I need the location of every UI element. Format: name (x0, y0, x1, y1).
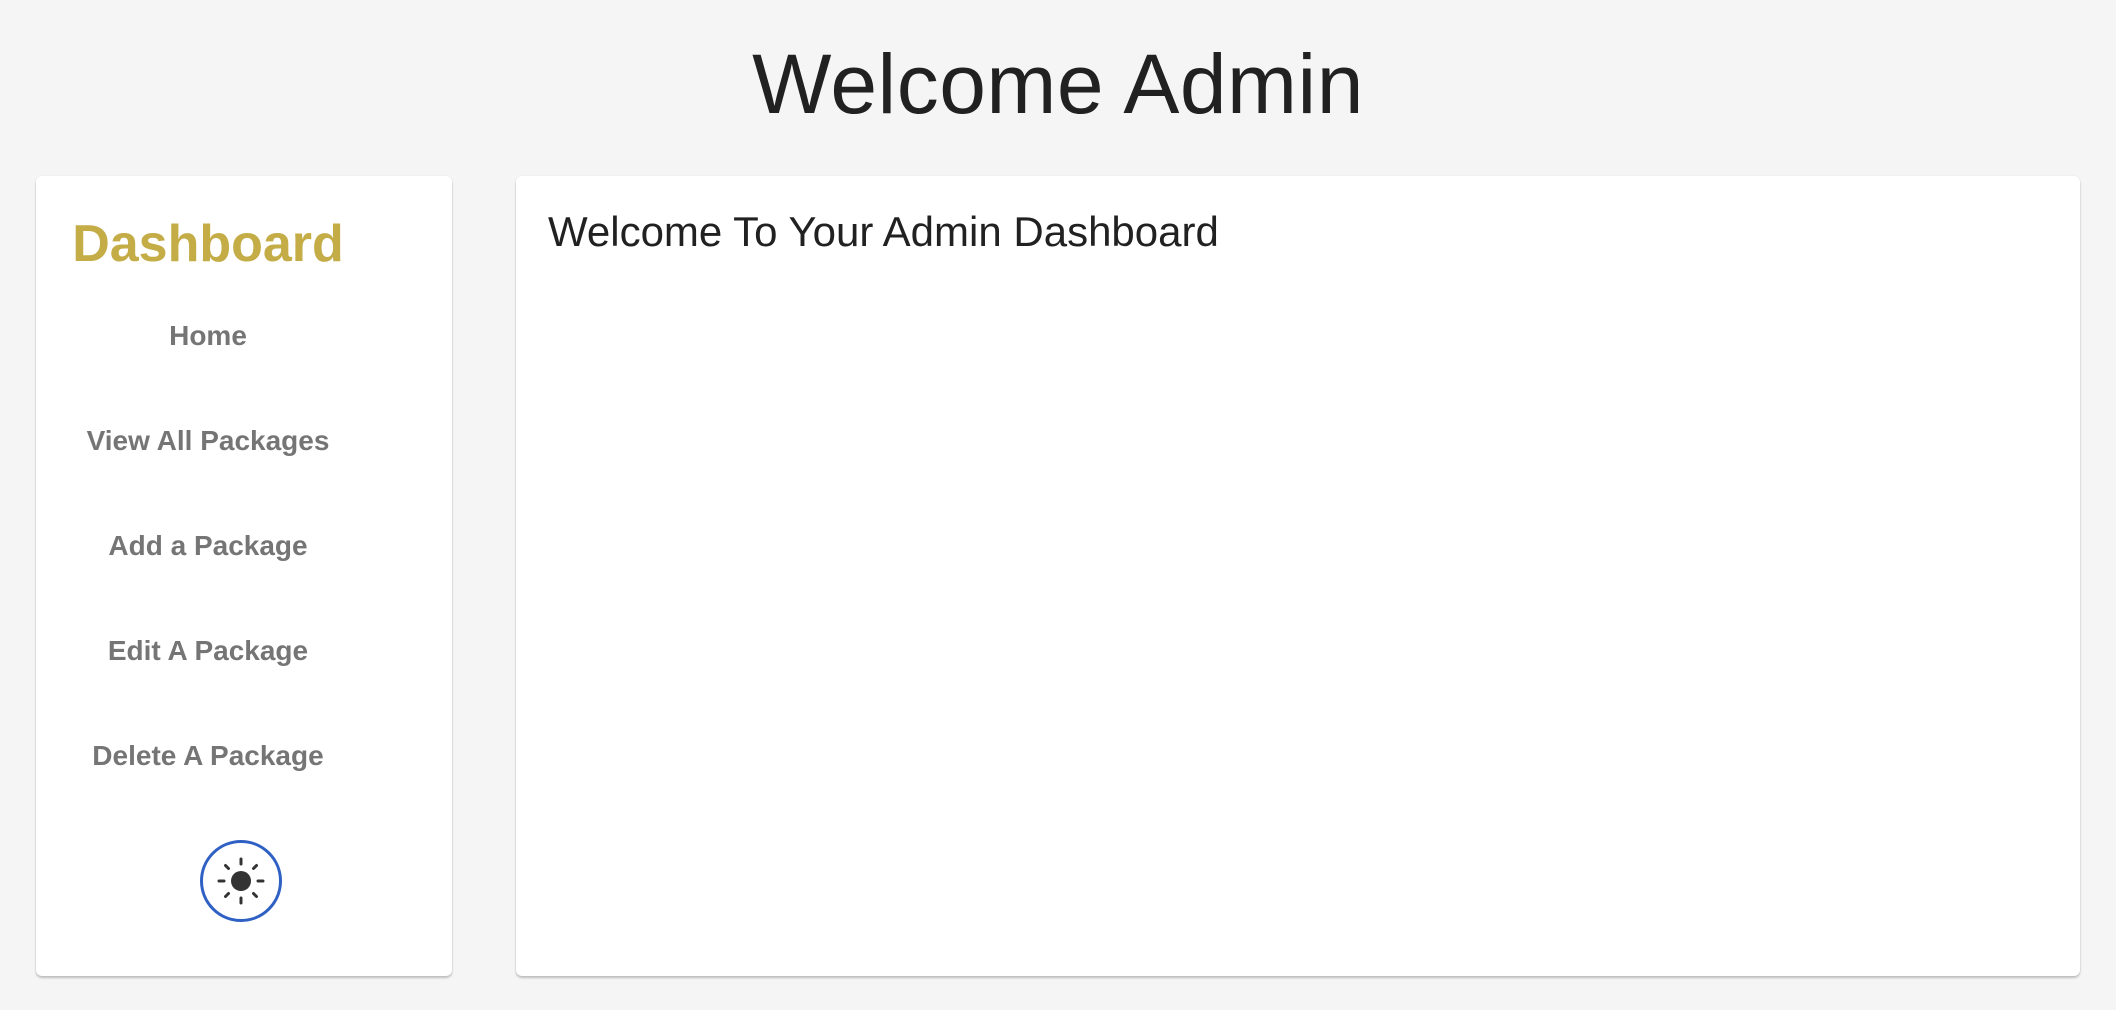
theme-toggle-button[interactable] (200, 840, 282, 922)
sidebar-item-view-all-packages[interactable]: View All Packages (0, 425, 416, 457)
main-content-panel (516, 176, 2080, 976)
main-heading: Welcome To Your Admin Dashboard (548, 208, 1219, 255)
page-title: Welcome Admin (752, 37, 1364, 131)
sidebar-item-edit-package[interactable]: Edit A Package (0, 635, 416, 667)
sidebar-item-add-package[interactable]: Add a Package (0, 530, 416, 562)
sidebar-item-home[interactable]: Home (0, 320, 416, 352)
sidebar-title: Dashboard (72, 215, 344, 273)
sun-icon (217, 857, 265, 905)
sidebar-item-delete-package[interactable]: Delete A Package (0, 740, 416, 772)
